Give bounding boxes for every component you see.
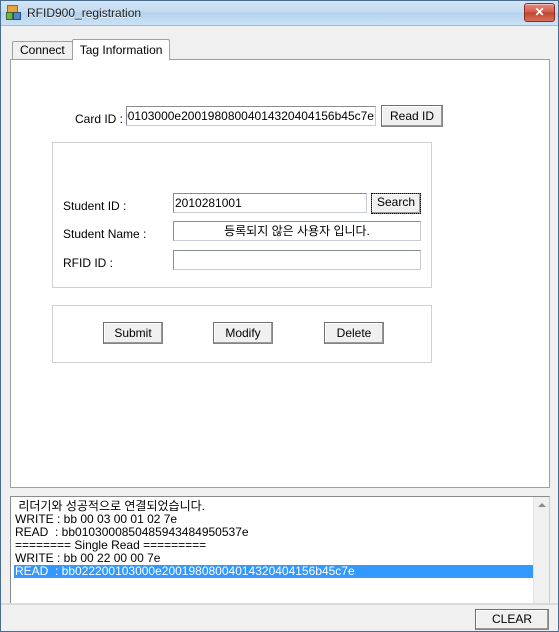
card-id-label: Card ID : — [75, 112, 124, 126]
client-area: Connect Tag Information Card ID : bb0222… — [1, 26, 558, 631]
app-icon — [6, 5, 22, 21]
tab-strip: Connect Tag Information — [10, 38, 550, 60]
bottom-bar: CLEAR — [1, 603, 558, 631]
rfid-id-input[interactable] — [173, 250, 421, 270]
modify-button[interactable]: Modify — [213, 322, 273, 344]
tab-page-tag-information: Card ID : bb022200103000e200198080040143… — [10, 59, 550, 488]
rfid-id-label: RFID ID : — [63, 256, 113, 270]
submit-button-label: Submit — [114, 326, 152, 340]
tab-tag-information[interactable]: Tag Information — [71, 39, 171, 60]
title-bar: RFID900_registration ✕ — [1, 1, 558, 26]
window-title: RFID900_registration — [27, 6, 142, 20]
read-id-button[interactable]: Read ID — [381, 105, 443, 127]
modify-button-label: Modify — [225, 326, 261, 340]
student-id-input[interactable]: 2010281001 — [173, 193, 367, 213]
delete-button-label: Delete — [336, 326, 372, 340]
scroll-up-arrow-icon[interactable] — [534, 497, 549, 513]
search-button-label: Search — [371, 193, 421, 214]
log-line-selected[interactable]: READ : bb022200103000e200198080040143204… — [14, 565, 533, 578]
submit-button[interactable]: Submit — [103, 322, 163, 344]
tab-connect[interactable]: Connect — [12, 41, 73, 59]
student-name-input[interactable]: 등록되지 않은 사용자 입니다. — [173, 221, 421, 241]
delete-button[interactable]: Delete — [324, 322, 384, 344]
clear-button[interactable]: CLEAR — [475, 609, 549, 630]
application-window: RFID900_registration ✕ Connect Tag Infor… — [0, 0, 559, 632]
card-id-input[interactable]: bb022200103000e20019808004014320404156b4… — [126, 106, 376, 126]
student-name-label: Student Name : — [63, 227, 147, 241]
search-button[interactable]: Search — [371, 193, 421, 214]
tab-control: Connect Tag Information Card ID : bb0222… — [10, 38, 550, 488]
close-button[interactable]: ✕ — [524, 3, 555, 22]
clear-button-label: CLEAR — [491, 612, 532, 626]
bottom-divider — [1, 604, 558, 605]
student-id-label: Student ID : — [63, 199, 127, 213]
read-id-button-label: Read ID — [389, 109, 435, 123]
